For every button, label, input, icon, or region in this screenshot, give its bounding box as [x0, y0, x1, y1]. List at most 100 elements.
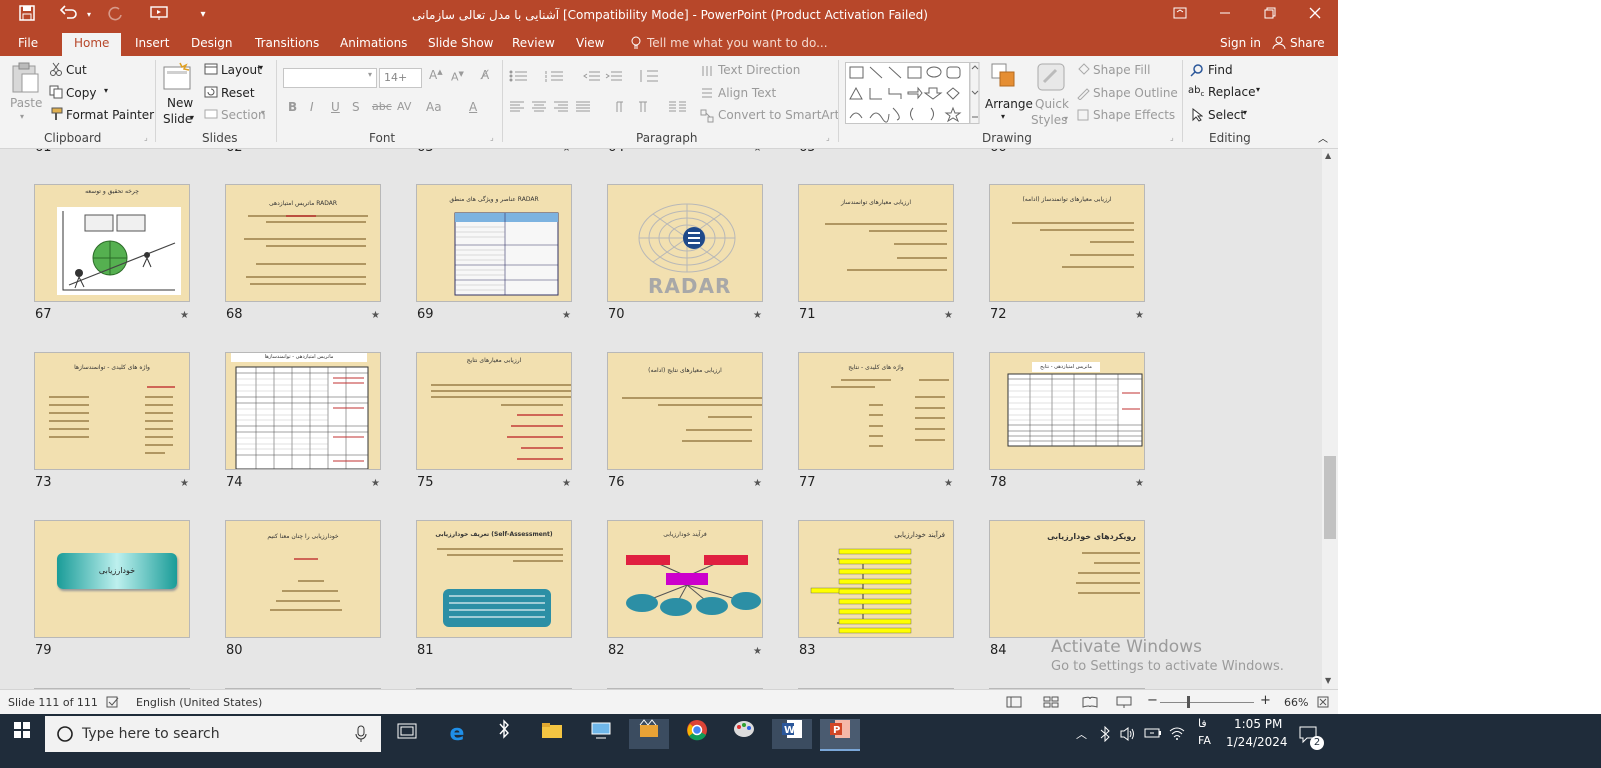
ribbon-display-icon[interactable] [1157, 0, 1202, 31]
slide-thumbnail-82[interactable]: فرآیند خودارزیابی [607, 520, 763, 638]
slide-thumbnail-76[interactable]: ارزیابی معیارهای نتایج (ادامه) [607, 352, 763, 470]
character-spacing-button[interactable]: AV [397, 100, 411, 113]
new-slide-label-2[interactable]: Slide [163, 112, 192, 126]
slide-thumbnail-83[interactable]: فرآیند خودارزیابی [798, 520, 954, 638]
microphone-icon[interactable] [355, 725, 367, 746]
underline-button[interactable]: U [331, 100, 340, 114]
shapes-gallery[interactable] [845, 62, 980, 127]
input-language[interactable]: FA [1198, 734, 1211, 747]
scrollbar-thumb[interactable] [1324, 456, 1336, 539]
sign-in-link[interactable]: Sign in [1220, 36, 1261, 50]
fit-to-window-icon[interactable] [1317, 696, 1329, 711]
center-icon[interactable] [531, 101, 547, 116]
increase-indent-icon[interactable] [605, 70, 623, 85]
bold-button[interactable]: B [288, 100, 297, 114]
change-case-button[interactable]: Aa [426, 100, 442, 114]
paste-icon[interactable] [10, 62, 40, 97]
clear-formatting-icon[interactable]: A̸ [481, 68, 489, 82]
tab-file[interactable]: File [18, 36, 38, 50]
movie-maker-icon[interactable] [629, 719, 669, 749]
paste-dropdown-icon[interactable]: ▾ [20, 112, 24, 121]
text-direction-button[interactable]: Text Direction [718, 63, 800, 77]
volume-icon[interactable] [1120, 726, 1136, 745]
zoom-slider-thumb[interactable] [1187, 696, 1190, 708]
section-button[interactable]: Section [221, 108, 266, 122]
find-button[interactable]: Find [1208, 63, 1233, 77]
slide-thumbnail-71[interactable]: ارزیابی معیارهای توانمندساز [798, 184, 954, 302]
powerpoint-icon[interactable]: P [820, 719, 860, 751]
paint-icon[interactable] [724, 719, 764, 749]
arrange-dropdown-icon[interactable]: ▾ [1001, 112, 1005, 121]
slide-thumbnail-78[interactable]: ماتریس امتیازدهی - نتایج [989, 352, 1145, 470]
customize-qat-icon[interactable]: ▾ [192, 5, 214, 25]
tab-insert[interactable]: Insert [135, 36, 169, 50]
save-icon[interactable] [16, 5, 38, 25]
copy-button[interactable]: Copy [66, 86, 96, 100]
clock-date[interactable]: 1/24/2024 [1226, 735, 1288, 749]
taskbar-search-box[interactable]: Type here to search [45, 716, 381, 752]
shadow-button[interactable]: S [352, 100, 360, 114]
paragraph-launcher-icon[interactable]: ⌟ [826, 133, 830, 142]
slide-thumbnail-74[interactable]: ماتریس امتیازدهی - توانمندسازها [225, 352, 381, 470]
select-dropdown-icon[interactable]: ▾ [1243, 108, 1247, 117]
slide-thumbnail-72[interactable]: ارزیابی معیارهای توانمندساز (ادامه) [989, 184, 1145, 302]
tab-view[interactable]: View [576, 36, 604, 50]
task-view-icon[interactable] [387, 719, 427, 749]
layout-dropdown-icon[interactable]: ▾ [259, 63, 263, 72]
numbering-icon[interactable] [545, 70, 565, 85]
quick-styles-icon[interactable] [1036, 62, 1066, 95]
slide-sorter-view-icon[interactable] [1043, 696, 1059, 711]
tab-animations[interactable]: Animations [340, 36, 407, 50]
reset-button[interactable]: Reset [221, 86, 255, 100]
font-name-combo[interactable] [283, 68, 377, 88]
slide-thumbnail-77[interactable]: واژه های کلیدی - نتایج [798, 352, 954, 470]
shape-outline-button[interactable]: Shape Outline [1093, 86, 1178, 100]
bluetooth-app-icon[interactable] [484, 719, 524, 749]
shape-effects-button[interactable]: Shape Effects [1093, 108, 1175, 122]
wifi-icon[interactable] [1169, 726, 1185, 743]
slide-show-view-icon[interactable] [1116, 696, 1132, 711]
tell-me-search[interactable]: Tell me what you want to do... [647, 36, 828, 50]
slide-thumbnail-67[interactable]: چرخه تحقیق و توسعه [34, 184, 190, 302]
rtl-icon[interactable] [636, 100, 650, 117]
format-painter-button[interactable]: Format Painter [66, 108, 154, 122]
tab-design[interactable]: Design [191, 36, 232, 50]
quick-styles-dropdown-icon[interactable]: ▾ [1064, 114, 1068, 123]
windows-start-icon[interactable] [2, 719, 42, 749]
file-explorer-icon[interactable] [532, 719, 572, 749]
collapse-ribbon-icon[interactable]: ︿ [1318, 130, 1328, 145]
font-launcher-icon[interactable]: ⌟ [490, 133, 494, 142]
slide-thumbnail-70[interactable]: RADAR [607, 184, 763, 302]
shrink-font-icon[interactable]: A▼ [451, 70, 464, 84]
tab-transitions[interactable]: Transitions [255, 36, 319, 50]
paste-button[interactable]: Paste [10, 96, 42, 110]
bullets-icon[interactable] [509, 70, 529, 85]
strikethrough-button[interactable]: abc [372, 100, 392, 113]
section-dropdown-icon[interactable]: ▾ [261, 108, 265, 117]
slide-thumbnail-75[interactable]: ارزیابی معیارهای نتایج [416, 352, 572, 470]
slide-thumbnail-84[interactable]: رویکردهای خودارزیابی [989, 520, 1145, 638]
slide-thumbnail-80[interactable]: خودارزیابی را چنان معنا کنیم [225, 520, 381, 638]
align-text-button[interactable]: Align Text [718, 86, 776, 100]
slide-thumbnail-68[interactable]: ماتریس امتیازدهی RADAR [225, 184, 381, 302]
replace-button[interactable]: Replace [1208, 85, 1255, 99]
tab-review[interactable]: Review [512, 36, 555, 50]
bluetooth-icon[interactable] [1100, 725, 1110, 745]
undo-dropdown-icon[interactable]: ▾ [78, 5, 100, 25]
reading-view-icon[interactable] [1082, 696, 1098, 711]
justify-icon[interactable] [575, 101, 591, 116]
scroll-down-icon[interactable]: ▼ [1325, 676, 1331, 685]
shape-fill-button[interactable]: Shape Fill [1093, 63, 1150, 77]
drawing-launcher-icon[interactable]: ⌟ [1170, 133, 1174, 142]
language-status[interactable]: English (United States) [136, 696, 262, 709]
spelling-check-icon[interactable] [106, 696, 120, 711]
columns-icon[interactable] [668, 101, 688, 116]
font-size-combo[interactable]: 14+ [379, 68, 422, 88]
font-name-dropdown-icon[interactable]: ▾ [368, 70, 372, 79]
new-slide-dropdown-icon[interactable]: ▾ [190, 113, 194, 122]
ltr-icon[interactable] [614, 100, 628, 117]
italic-button[interactable]: I [310, 100, 314, 114]
tab-slide-show[interactable]: Slide Show [428, 36, 493, 50]
share-button[interactable]: Share [1290, 36, 1325, 50]
quick-styles-label-1[interactable]: Quick [1035, 97, 1069, 111]
